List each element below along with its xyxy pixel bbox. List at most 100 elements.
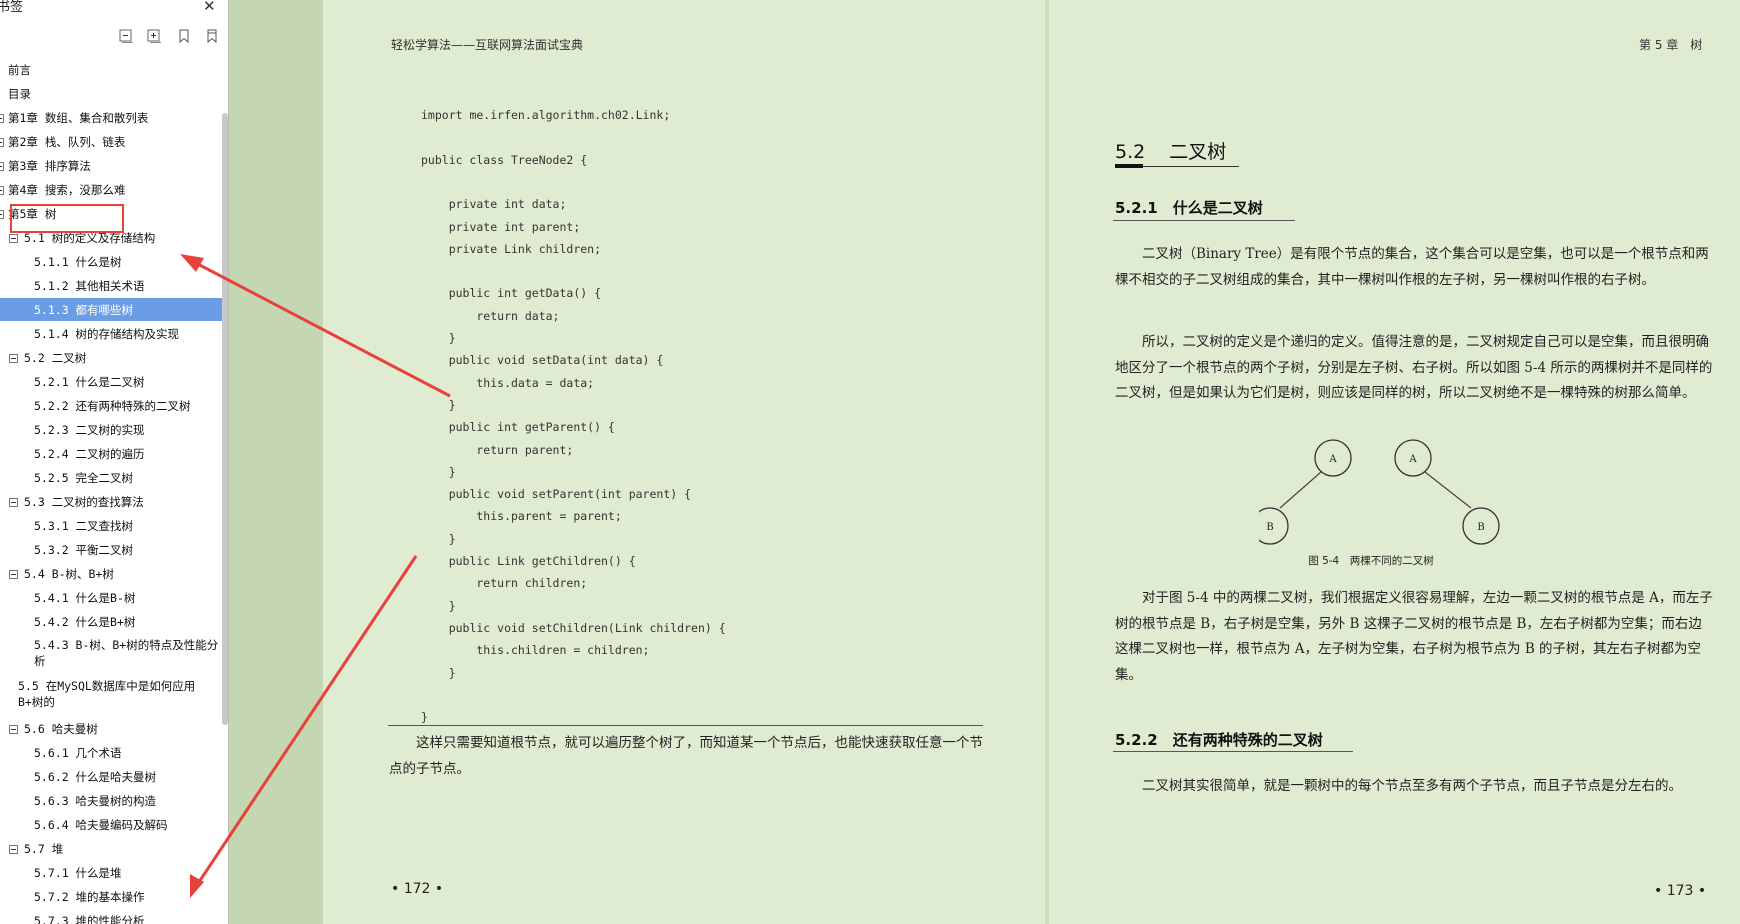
bookmark-item[interactable]: 5.4.1 什么是B-树	[0, 586, 222, 609]
bookmark-item[interactable]: 第2章 栈、队列、链表	[0, 130, 222, 153]
bookmark-label: 第2章 栈、队列、链表	[8, 135, 126, 149]
bookmark-item[interactable]: 5.7.3 堆的性能分析	[0, 909, 222, 924]
collapse-toggle-icon[interactable]	[9, 725, 18, 734]
bookmark-item[interactable]: 5.2.1 什么是二叉树	[0, 370, 222, 393]
bookmark-item[interactable]: 5.6.4 哈夫曼编码及解码	[0, 813, 222, 836]
expand-toggle-icon[interactable]	[0, 210, 4, 219]
bookmark-item[interactable]: 5.6.1 几个术语	[0, 741, 222, 764]
page-173: 第 5 章 树 5.2 二叉树 5.2.1 什么是二叉树 二叉树（Binary …	[1049, 0, 1740, 924]
code-line: public void setChildren(Link children) {	[421, 620, 726, 635]
close-icon[interactable]: ✕	[203, 0, 216, 15]
code-line: private Link children;	[421, 241, 602, 256]
bookmark-item[interactable]: 5.4 B-树、B+树	[0, 562, 222, 585]
bookmark-item[interactable]: 5.7 堆	[0, 837, 222, 860]
bookmark-item[interactable]: 5.2.4 二叉树的遍历	[0, 442, 222, 465]
binary-tree-figure: A B A B 图 5-4 两棵不同的二叉树	[1259, 439, 1500, 567]
bookmark-item[interactable]: 5.7.2 堆的基本操作	[0, 885, 222, 908]
bookmark-item[interactable]: 目录	[0, 82, 222, 105]
bookmark-label: 5.4 B-树、B+树	[24, 567, 114, 581]
collapse-toggle-icon[interactable]	[9, 570, 18, 579]
bookmark-item[interactable]: 5.6 哈夫曼树	[0, 717, 222, 740]
bookmark-label: 5.6.2 什么是哈夫曼树	[34, 770, 157, 784]
bookmark-item[interactable]: 5.1 树的定义及存储结构	[0, 226, 222, 249]
running-header-right: 第 5 章 树	[1639, 38, 1703, 52]
bookmark-item[interactable]: 5.3 二叉树的查找算法	[0, 490, 222, 513]
bookmark-item[interactable]: 5.4.3 B-树、B+树的特点及性能分析	[0, 634, 222, 674]
bookmark-label: 第1章 数组、集合和散列表	[8, 111, 149, 125]
bookmark-item[interactable]: 5.2.3 二叉树的实现	[0, 418, 222, 441]
bookmark-item[interactable]: 5.3.1 二叉查找树	[0, 514, 222, 537]
bookmark-item[interactable]: 5.2.5 完全二叉树	[0, 466, 222, 489]
collapse-toggle-icon[interactable]	[9, 845, 18, 854]
bookmark-label: 第4章 搜索，没那么难	[8, 183, 126, 197]
bookmark-label: 5.1 树的定义及存储结构	[24, 231, 156, 245]
subsection-heading: 5.2.2 还有两种特殊的二叉树	[1115, 731, 1323, 749]
bookmark-item[interactable]: 5.2.2 还有两种特殊的二叉树	[0, 394, 222, 417]
bookmark-item[interactable]: 5.5 在MySQL数据库中是如何应用B+树的	[0, 675, 222, 715]
section-number: 5.2	[1115, 141, 1146, 163]
expand-toggle-icon[interactable]	[0, 162, 4, 171]
bookmark-item[interactable]: 5.6.2 什么是哈夫曼树	[0, 765, 222, 788]
code-line: }	[421, 710, 428, 725]
bookmark-label: 目录	[8, 87, 31, 101]
collapse-all-icon[interactable]	[118, 28, 134, 44]
bookmark-label: 前言	[8, 63, 31, 77]
section-heading: 5.2 二叉树	[1115, 137, 1226, 164]
bookmark-label: 5.4.1 什么是B-树	[34, 591, 136, 605]
code-line: return data;	[421, 308, 560, 323]
bookmark-item[interactable]: 第3章 排序算法	[0, 154, 222, 177]
bookmark-label: 5.1.4 树的存储结构及实现	[34, 327, 180, 341]
code-line: return children;	[421, 576, 588, 591]
bookmark-item[interactable]: 5.3.2 平衡二叉树	[0, 538, 222, 561]
paragraph: 二叉树其实很简单，就是一颗树中的每个节点至多有两个子节点，而且子节点是分左右的。	[1142, 778, 1682, 794]
bookmark-item[interactable]: 5.6.3 哈夫曼树的构造	[0, 789, 222, 812]
bookmark-label: 5.4.3 B-树、B+树的特点及性能分析	[34, 638, 219, 668]
code-line: public void setParent(int parent) {	[421, 487, 692, 502]
code-line: public void setData(int data) {	[421, 353, 664, 368]
bookmark-item[interactable]: 5.7.1 什么是堆	[0, 861, 222, 884]
code-line: public Link getChildren() {	[421, 554, 636, 568]
code-line: }	[421, 464, 456, 479]
bookmark-label: 5.2.3 二叉树的实现	[34, 423, 145, 437]
bookmark-panel: 书签 ✕ 前言目录第1章 数组、集合和散列表第2章 栈、队列、链表第3章 排序算…	[0, 0, 229, 924]
bookmark-label: 5.5 在MySQL数据库中是如何应用B+树的	[18, 679, 196, 709]
bookmark-item[interactable]: 第4章 搜索，没那么难	[0, 178, 222, 201]
edge-right-tree	[1424, 471, 1472, 509]
bookmark-label: 5.2 二叉树	[24, 351, 87, 365]
bookmark-label: 5.7 堆	[24, 842, 64, 856]
figure-caption: 图 5-4 两棵不同的二叉树	[1308, 554, 1434, 567]
bookmark-label: 5.2.2 还有两种特殊的二叉树	[34, 399, 191, 413]
bookmark-label: 5.2.1 什么是二叉树	[34, 375, 145, 389]
node-label: A	[1408, 454, 1417, 465]
section-title: 二叉树	[1169, 141, 1227, 163]
bookmark-label: 5.6.3 哈夫曼树的构造	[34, 794, 157, 808]
collapse-toggle-icon[interactable]	[9, 234, 18, 243]
bookmark-label: 5.3.2 平衡二叉树	[34, 543, 134, 557]
bookmark-icon[interactable]	[176, 28, 192, 44]
bookmark-item[interactable]: 5.2 二叉树	[0, 346, 222, 369]
bookmark-item[interactable]: 5.1.3 都有哪些树	[0, 298, 222, 321]
bookmark-label: 第5章 树	[8, 207, 57, 221]
bookmark-item[interactable]: 5.1.4 树的存储结构及实现	[0, 322, 222, 345]
expand-all-icon[interactable]	[146, 28, 162, 44]
expand-toggle-icon[interactable]	[0, 186, 4, 195]
bookmark-item[interactable]: 5.1.1 什么是树	[0, 250, 222, 273]
bookmark-label: 5.6 哈夫曼树	[24, 722, 98, 736]
code-divider	[388, 725, 983, 726]
bookmark-item[interactable]: 5.4.2 什么是B+树	[0, 610, 222, 633]
bookmark-item[interactable]: 第5章 树	[0, 202, 222, 225]
bookmark-item[interactable]: 5.1.2 其他相关术语	[0, 274, 222, 297]
page-number: • 172 •	[391, 881, 444, 897]
code-line: import me.irfen.algorithm.ch02.Link;	[421, 108, 671, 122]
bookmark-item[interactable]: 前言	[0, 58, 222, 81]
bookmark-add-icon[interactable]	[204, 28, 220, 44]
running-header-left: 轻松学算法——互联网算法面试宝典	[391, 38, 584, 52]
bookmark-item[interactable]: 第1章 数组、集合和散列表	[0, 106, 222, 129]
collapse-toggle-icon[interactable]	[9, 498, 18, 507]
collapse-toggle-icon[interactable]	[9, 354, 18, 363]
bookmark-panel-title: 书签	[0, 0, 24, 15]
sidebar-scrollbar-thumb[interactable]	[222, 113, 228, 725]
bookmark-label: 5.3.1 二叉查找树	[34, 519, 134, 533]
expand-toggle-icon[interactable]	[0, 138, 4, 147]
expand-toggle-icon[interactable]	[0, 114, 4, 123]
